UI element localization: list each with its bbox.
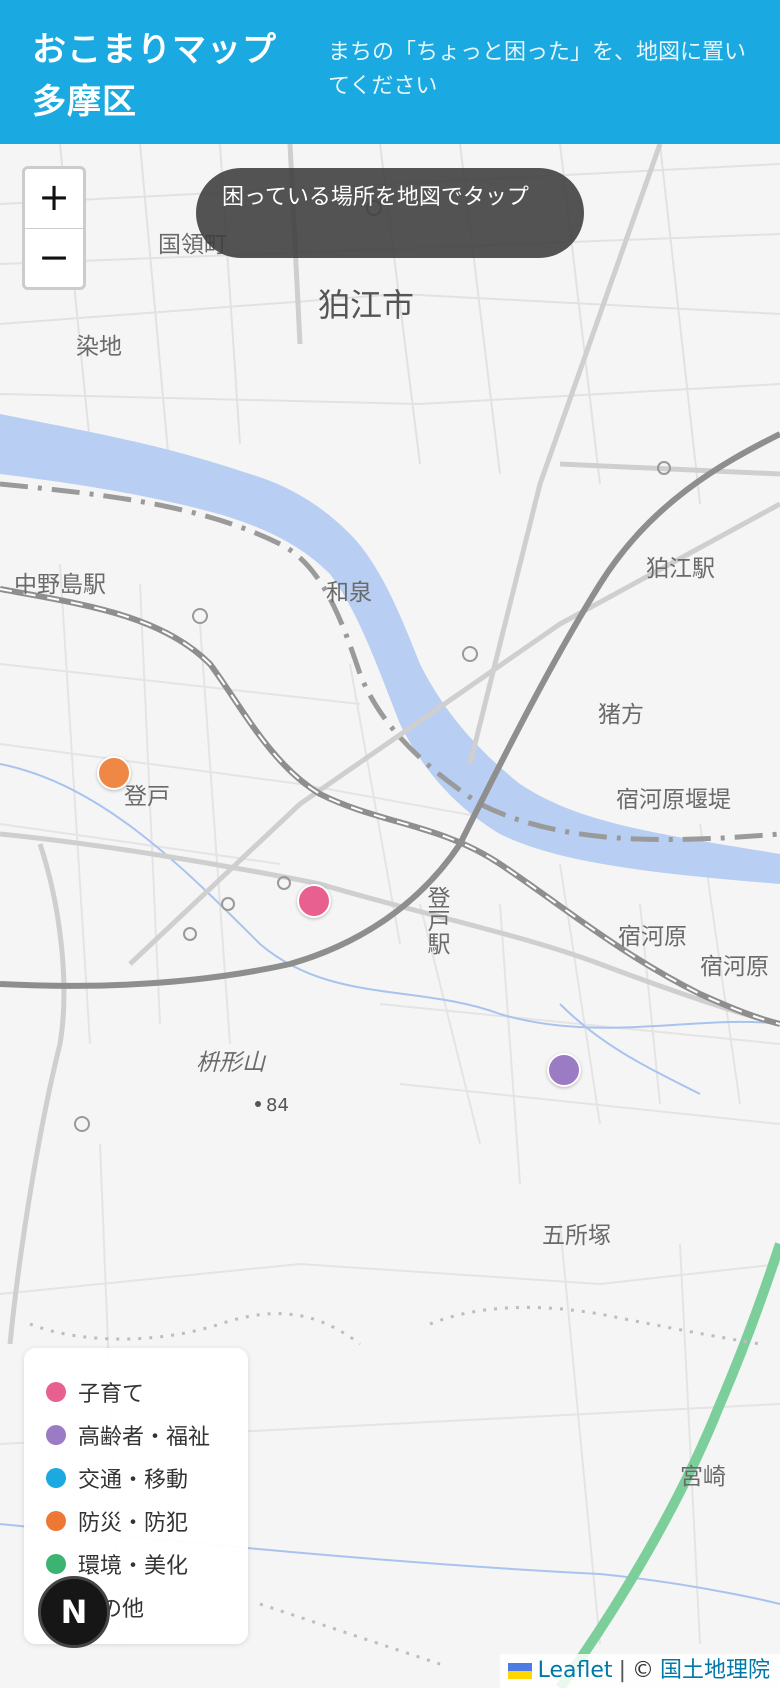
label-shukugawara-2: 宿河原 (700, 954, 769, 980)
label-inokata: 猪方 (598, 702, 644, 728)
legend-label: 環境・美化 (78, 1553, 189, 1579)
legend-dot-koutsu (46, 1467, 66, 1488)
zoom-control: + − (22, 166, 86, 290)
app-title: おこまりマップ 多摩区 (32, 24, 302, 128)
legend-label: 交通・移動 (78, 1467, 189, 1493)
label-goshozuka: 五所塚 (542, 1223, 611, 1249)
map-area[interactable]: 国領町 狛江市 染地 和泉 狛江駅 中野島駅 猪方 登戸 宿河原堰堤 登戸駅 宿… (0, 144, 780, 1688)
legend-label: 高齢者・福祉 (78, 1424, 211, 1450)
label-shukugawara-seki: 宿河原堰堤 (616, 787, 731, 813)
legend-item: 防災・防犯 (46, 1499, 248, 1542)
attribution-copyright: © (631, 1658, 654, 1683)
legend-item: 子育て (46, 1370, 248, 1413)
leaflet-link[interactable]: Leaflet (538, 1654, 613, 1688)
label-nakanoshima-eki: 中野島駅 (14, 572, 106, 598)
app-header: おこまりマップ 多摩区 まちの「ちょっと困った」を、地図に置いてください (0, 0, 780, 144)
label-elevation: 84 (266, 1095, 289, 1116)
legend-item: 交通・移動 (46, 1456, 248, 1499)
app-title-line2: 多摩区 (32, 82, 137, 122)
legend-label: 子育て (78, 1381, 145, 1407)
attribution-separator: | (618, 1658, 626, 1683)
n-badge-button[interactable]: N (38, 1576, 110, 1648)
label-masugatayama: 枡形山 (196, 1050, 267, 1076)
label-komae-eki: 狛江駅 (646, 556, 715, 582)
legend-item: 高齢者・福祉 (46, 1413, 248, 1456)
legend-dot-bousai (46, 1510, 66, 1531)
legend-dot-kankyou (46, 1553, 66, 1574)
map-attribution: Leaflet | © 国土地理院 (499, 1654, 780, 1688)
app-title-line1: おこまりマップ (32, 30, 277, 70)
zoom-out-button[interactable]: − (25, 229, 83, 287)
zoom-in-button[interactable]: + (25, 169, 83, 229)
tap-hint-toast: 困っている場所を地図でタップ (196, 168, 584, 258)
pin-kosodate[interactable] (297, 884, 331, 918)
label-komae-shi: 狛江市 (318, 286, 414, 324)
label-noborito: 登戸 (124, 784, 170, 810)
label-izumi: 和泉 (326, 580, 372, 606)
legend-dot-kosodate (46, 1381, 66, 1402)
legend-label: 防災・防犯 (78, 1510, 189, 1536)
label-shukugawara: 宿河原 (618, 924, 687, 950)
ukraine-flag-icon (507, 1663, 532, 1679)
label-miyazaki: 宮崎 (680, 1464, 726, 1490)
pin-koureisha[interactable] (547, 1053, 581, 1087)
label-noborito-eki: 登戸駅 (423, 886, 451, 955)
legend-dot-koureisha (46, 1424, 66, 1445)
pin-bousai[interactable] (97, 756, 131, 790)
app-subtitle: まちの「ちょっと困った」を、地図に置いてください (328, 40, 747, 99)
label-somechi: 染地 (76, 334, 122, 360)
gsi-link[interactable]: 国土地理院 (660, 1654, 770, 1688)
